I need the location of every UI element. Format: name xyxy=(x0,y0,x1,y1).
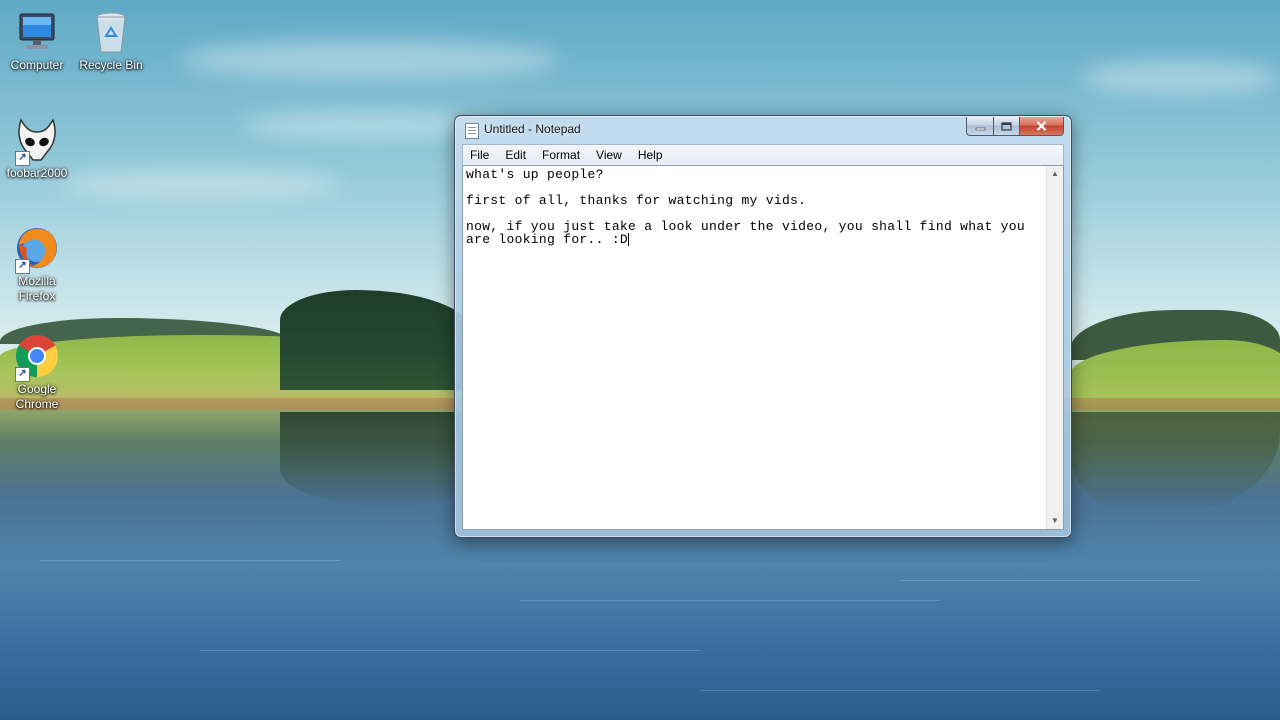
menu-help[interactable]: Help xyxy=(630,145,671,165)
menu-view[interactable]: View xyxy=(588,145,630,165)
menu-format[interactable]: Format xyxy=(534,145,588,165)
maximize-button[interactable] xyxy=(994,117,1020,136)
wallpaper-ripple xyxy=(40,560,340,561)
desktop-icon-label: foobar2000 xyxy=(6,166,68,180)
desktop-icon-label: Recycle Bin xyxy=(79,58,143,72)
desktop-icon-chrome[interactable]: ↗ Google Chrome xyxy=(0,332,74,412)
chrome-icon: ↗ xyxy=(13,332,61,382)
text-caret xyxy=(628,233,630,246)
wallpaper-cloud xyxy=(60,170,340,198)
maximize-icon xyxy=(1001,121,1012,131)
shortcut-arrow-icon: ↗ xyxy=(15,151,30,166)
wallpaper-reflection xyxy=(280,412,470,507)
menu-file[interactable]: File xyxy=(463,145,497,165)
desktop-icon-label: Google Chrome xyxy=(15,382,59,411)
minimize-button[interactable] xyxy=(966,117,994,136)
wallpaper-cloud xyxy=(1080,60,1280,95)
desktop-icon-label: Computer xyxy=(10,58,64,72)
recycle-bin-icon xyxy=(87,8,135,56)
editor-text[interactable]: what's up people? first of all, thanks f… xyxy=(466,168,1044,523)
title-bar[interactable]: Untitled - Notepad xyxy=(455,116,1071,144)
wallpaper-ripple xyxy=(900,580,1200,581)
text-line-3: now, if you just take a look under the v… xyxy=(466,219,1025,247)
minimize-icon xyxy=(975,127,985,130)
desktop-icon-recycle-bin[interactable]: Recycle Bin xyxy=(74,8,148,73)
text-line-2: first of all, thanks for watching my vid… xyxy=(466,193,807,208)
wallpaper-cloud xyxy=(180,40,560,80)
desktop-icon-foobar2000[interactable]: ↗ foobar2000 xyxy=(0,116,74,181)
menu-bar: File Edit Format View Help xyxy=(462,144,1064,165)
text-editor[interactable]: what's up people? first of all, thanks f… xyxy=(462,165,1064,530)
desktop-icon-firefox[interactable]: ↗ Mozilla Firefox xyxy=(0,224,74,304)
scroll-up-icon[interactable]: ▲ xyxy=(1047,166,1063,182)
text-line-1: what's up people? xyxy=(466,167,604,182)
wallpaper-forest xyxy=(280,290,470,390)
shortcut-arrow-icon: ↗ xyxy=(15,259,30,274)
desktop-icon-label: Mozilla Firefox xyxy=(18,274,56,303)
notepad-icon xyxy=(465,123,479,139)
close-button[interactable] xyxy=(1020,117,1064,136)
firefox-icon: ↗ xyxy=(13,224,61,274)
notepad-window[interactable]: Untitled - Notepad File Edit Format View… xyxy=(454,115,1072,538)
wallpaper-ripple xyxy=(520,600,940,601)
shortcut-arrow-icon: ↗ xyxy=(15,367,30,382)
scroll-down-icon[interactable]: ▼ xyxy=(1047,513,1063,529)
wallpaper-ripple xyxy=(700,690,1100,691)
desktop-icon-computer[interactable]: Computer xyxy=(0,8,74,73)
window-title: Untitled - Notepad xyxy=(484,122,581,136)
close-icon xyxy=(1036,121,1047,131)
caption-buttons xyxy=(966,117,1064,136)
menu-edit[interactable]: Edit xyxy=(497,145,534,165)
foobar2000-icon: ↗ xyxy=(13,116,61,166)
computer-icon xyxy=(13,8,61,56)
vertical-scrollbar[interactable]: ▲ ▼ xyxy=(1046,166,1063,529)
wallpaper-ripple xyxy=(200,650,700,651)
